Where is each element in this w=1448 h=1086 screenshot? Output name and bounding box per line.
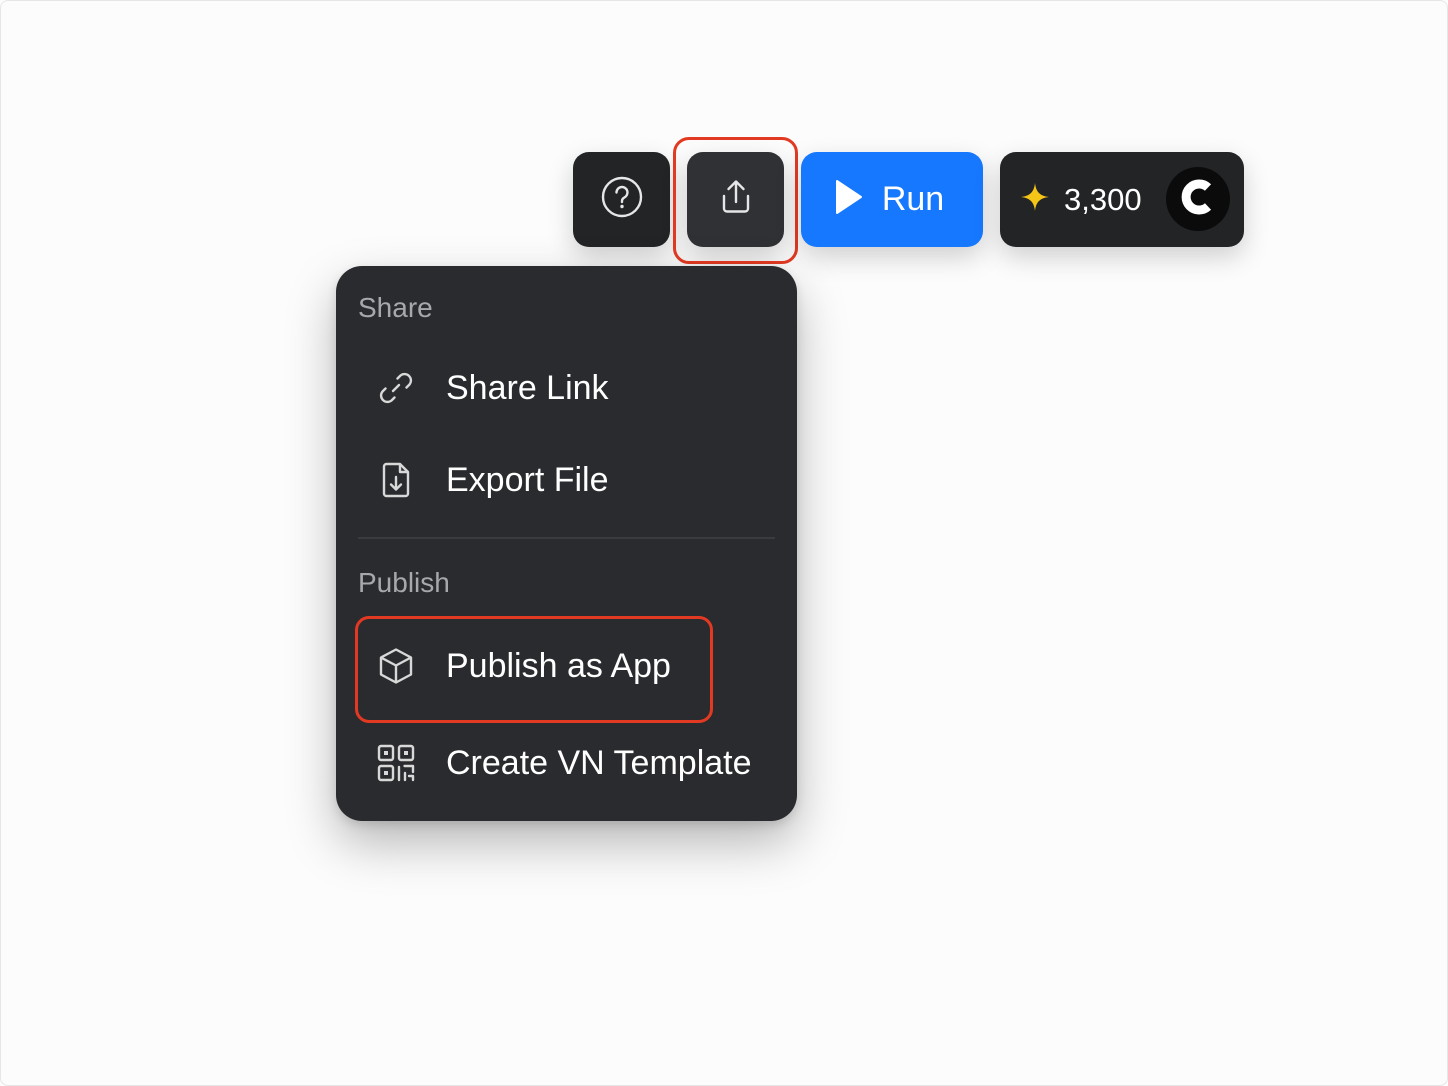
- qr-code-icon: [374, 741, 418, 785]
- menu-item-share-link[interactable]: Share Link: [356, 346, 786, 430]
- menu-item-label: Share Link: [446, 368, 609, 407]
- play-icon: [834, 178, 864, 221]
- menu-item-label: Create VN Template: [446, 743, 752, 782]
- sparkle-star-icon: [1020, 182, 1050, 217]
- c-logo-icon: [1174, 173, 1222, 226]
- file-download-icon: [374, 458, 418, 502]
- menu-item-label: Export File: [446, 460, 609, 499]
- question-circle-icon: [600, 175, 644, 224]
- cube-icon: [374, 644, 418, 688]
- run-button-label: Run: [881, 180, 945, 218]
- menu-item-label: Publish as App: [446, 646, 671, 685]
- run-button[interactable]: Run: [801, 152, 983, 247]
- avatar[interactable]: [1166, 167, 1230, 231]
- share-button[interactable]: [687, 152, 784, 247]
- menu-item-create-vn-template[interactable]: Create VN Template: [356, 721, 786, 805]
- menu-item-export-file[interactable]: Export File: [356, 438, 786, 522]
- share-dropdown-menu: Share Share Link Export File Publish Pub…: [336, 266, 797, 821]
- share-section-title: Share: [358, 292, 433, 323]
- menu-item-publish-as-app[interactable]: Publish as App: [356, 624, 786, 708]
- share-upload-icon: [715, 176, 757, 223]
- menu-divider: [358, 537, 775, 539]
- help-button[interactable]: [573, 152, 670, 247]
- publish-section-title: Publish: [358, 567, 450, 598]
- credits-badge[interactable]: 3,300: [1000, 152, 1244, 247]
- credits-count: 3,300: [1064, 181, 1142, 217]
- link-icon: [374, 366, 418, 410]
